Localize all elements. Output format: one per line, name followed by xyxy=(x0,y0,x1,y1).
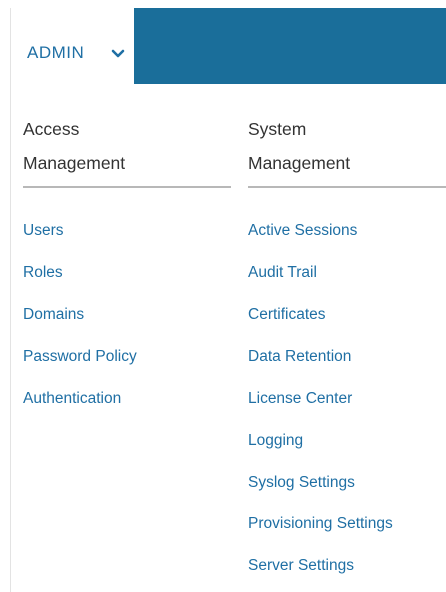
menu-link-active-sessions[interactable]: Active Sessions xyxy=(248,222,357,240)
top-nav-bar: ADMIN xyxy=(0,0,446,84)
admin-dropdown-menu: Access Management Users Roles Domains Pa… xyxy=(10,84,446,592)
header-band xyxy=(134,8,446,84)
access-heading-line1: Access xyxy=(23,119,80,139)
system-heading-line1: System xyxy=(248,119,307,139)
access-heading-divider xyxy=(23,186,231,188)
menu-link-server-settings[interactable]: Server Settings xyxy=(248,557,354,575)
menu-link-provisioning-settings[interactable]: Provisioning Settings xyxy=(248,515,393,533)
menu-link-domains[interactable]: Domains xyxy=(23,306,84,324)
menu-link-audit-trail[interactable]: Audit Trail xyxy=(248,264,317,282)
top-gap xyxy=(0,0,446,8)
menu-link-certificates[interactable]: Certificates xyxy=(248,306,326,324)
menu-link-logging[interactable]: Logging xyxy=(248,432,303,450)
menu-link-password-policy[interactable]: Password Policy xyxy=(23,348,137,366)
menu-link-data-retention[interactable]: Data Retention xyxy=(248,348,351,366)
access-heading-line2: Management xyxy=(23,153,126,173)
system-heading-divider xyxy=(248,186,446,188)
menu-link-users[interactable]: Users xyxy=(23,222,63,240)
menu-link-authentication[interactable]: Authentication xyxy=(23,390,121,408)
menu-link-license-center[interactable]: License Center xyxy=(248,390,352,408)
system-heading-line2: Management xyxy=(248,153,351,173)
system-management-heading: System Management xyxy=(248,112,446,180)
admin-menu-tab[interactable]: ADMIN xyxy=(10,8,135,84)
access-management-heading: Access Management xyxy=(23,112,233,180)
menu-link-syslog-settings[interactable]: Syslog Settings xyxy=(248,474,355,492)
admin-menu-label[interactable]: ADMIN xyxy=(27,43,84,63)
chevron-down-icon[interactable] xyxy=(111,49,125,59)
menu-link-roles[interactable]: Roles xyxy=(23,264,63,282)
